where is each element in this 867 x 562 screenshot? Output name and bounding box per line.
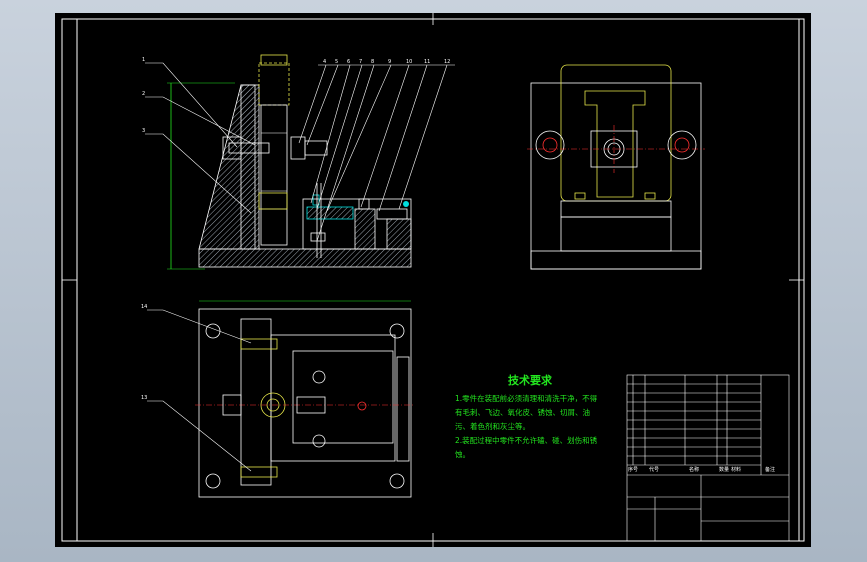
part-balloon-label: 9 <box>388 59 391 65</box>
title-block-header-label: 备注 <box>765 466 775 473</box>
title-block-header-label: 材料 <box>731 466 741 473</box>
bottom-balloon-labels: 14 13 <box>141 304 147 401</box>
technical-requirement-line: 蚀。 <box>455 450 470 459</box>
part-balloon-label: 2 <box>142 91 145 97</box>
technical-requirement-line: 2.装配过程中零件不允许磕、碰、划伤和锈 <box>455 436 598 445</box>
part-balloon-label: 13 <box>141 395 147 401</box>
cad-viewport[interactable]: 1 2 3 4 5 6 7 8 9 10 11 12 14 13 序号 代号 名… <box>55 13 811 547</box>
part-balloon-label: 3 <box>142 128 145 134</box>
part-balloon-label: 8 <box>371 59 374 65</box>
front-section-view[interactable] <box>167 54 412 270</box>
part-balloon-label: 6 <box>347 59 350 65</box>
technical-requirement-line: 1.零件在装配前必须清理和清洗干净，不得 <box>455 394 598 403</box>
technical-requirement-line: 有毛刺、飞边、氧化皮、锈蚀、切屑、油 <box>455 408 590 417</box>
part-balloon-label: 4 <box>323 59 326 65</box>
part-balloon-label: 12 <box>444 59 450 65</box>
top-leaders <box>145 62 455 242</box>
title-block-header-label: 名称 <box>689 466 699 473</box>
technical-requirement-line: 污、着色剂和灰尘等。 <box>455 422 530 431</box>
title-block-header-label: 序号 <box>628 466 638 473</box>
part-balloon-label: 7 <box>359 59 362 65</box>
title-block-header-label: 代号 <box>649 466 659 473</box>
sheet-outer-border <box>61 18 805 542</box>
side-view[interactable] <box>527 64 705 270</box>
title-block[interactable] <box>626 374 790 542</box>
title-block-header-label: 数量 <box>719 466 729 473</box>
technical-requirements-title: 技术要求 <box>508 374 552 387</box>
part-balloon-label: 10 <box>406 59 412 65</box>
top-view[interactable] <box>195 300 415 498</box>
top-balloon-labels: 1234 5 6 7 8 9 10 11 12 <box>142 57 450 134</box>
sheet-inner-border <box>76 18 800 542</box>
part-balloon-label: 1 <box>142 57 145 63</box>
part-balloon-label: 14 <box>141 304 147 310</box>
part-balloon-label: 11 <box>424 59 430 65</box>
part-balloon-label: 5 <box>335 59 338 65</box>
assembly-drawing: 1234 5 6 7 8 9 10 11 12 1413 序号 代号 名称 数量… <box>61 13 805 547</box>
